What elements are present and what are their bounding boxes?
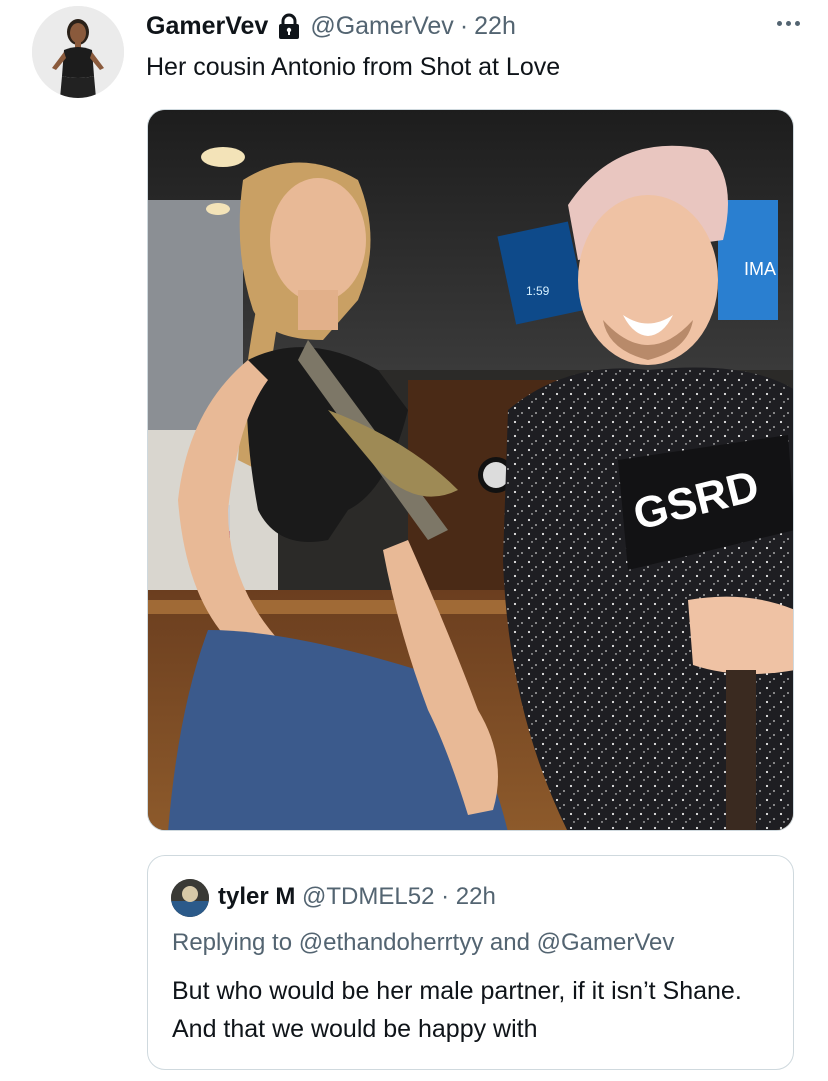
quoted-separator-dot: · xyxy=(441,883,450,910)
tweet-header: GamerVev @GamerVev · 22h xyxy=(146,8,808,44)
quoted-timestamp[interactable]: 22h xyxy=(456,883,496,910)
reply-mention-gamervev[interactable]: @GamerVev xyxy=(537,929,675,956)
photo-illustration: 1:59 IMA Red Bull GSRD xyxy=(148,110,793,830)
wall-sign-text: IMA xyxy=(744,259,776,279)
quoted-header: tyler M @TDMEL52 · 22h xyxy=(218,880,496,914)
quoted-author-avatar[interactable] xyxy=(171,879,209,917)
reply-and-label: and xyxy=(489,929,530,956)
replying-to-label: Replying to xyxy=(172,929,293,956)
separator-dot: · xyxy=(459,11,469,40)
tweet-photo[interactable]: 1:59 IMA Red Bull GSRD xyxy=(147,109,794,831)
replying-to-line: Replying to @ethandoherrtyy and @GamerVe… xyxy=(172,926,674,960)
tweet-timestamp[interactable]: 22h xyxy=(474,12,516,41)
quoted-tweet[interactable]: tyler M @TDMEL52 · 22h Replying to @etha… xyxy=(147,855,794,1070)
quoted-author-handle[interactable]: @TDMEL52 xyxy=(302,883,434,910)
quoted-author-name[interactable]: tyler M xyxy=(218,883,295,910)
tv-screen-text: 1:59 xyxy=(526,284,550,298)
lock-icon xyxy=(274,11,304,41)
author-name[interactable]: GamerVev xyxy=(146,12,268,41)
avatar-image xyxy=(32,6,124,98)
author-avatar[interactable] xyxy=(32,6,124,98)
more-icon[interactable] xyxy=(768,12,808,34)
tweet-text: Her cousin Antonio from Shot at Love xyxy=(146,53,561,81)
author-handle[interactable]: @GamerVev xyxy=(310,12,453,41)
reply-mention-ethandoherrtyy[interactable]: @ethandoherrtyy xyxy=(299,929,483,956)
quoted-tweet-text: But who would be her male partner, if it… xyxy=(172,977,742,1043)
